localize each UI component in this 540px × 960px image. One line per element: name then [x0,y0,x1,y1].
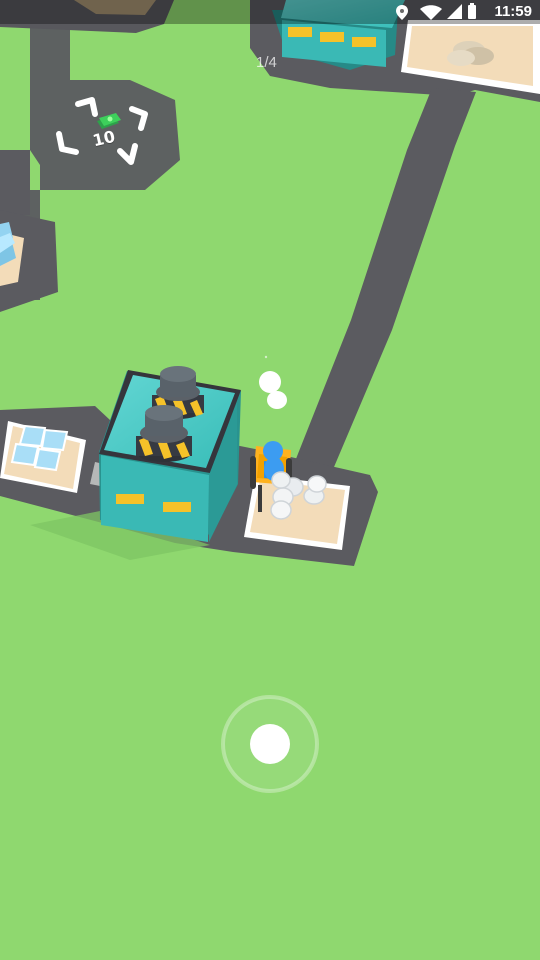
joystick-thumb[interactable] [250,724,290,764]
wifi-icon [420,5,442,20]
status-icons [396,3,476,20]
central-factory [99,366,241,542]
level-progress: 1/4 [256,54,277,71]
game-world[interactable] [0,0,540,960]
location-icon [396,5,408,20]
battery-icon [468,3,476,19]
signal-icon [447,4,462,19]
status-bar: 11:59 [0,0,540,24]
virtual-joystick[interactable] [220,694,320,794]
game-screen[interactable]: 11:59 1/4 10 [0,0,540,960]
status-time: 11:59 [494,3,532,20]
